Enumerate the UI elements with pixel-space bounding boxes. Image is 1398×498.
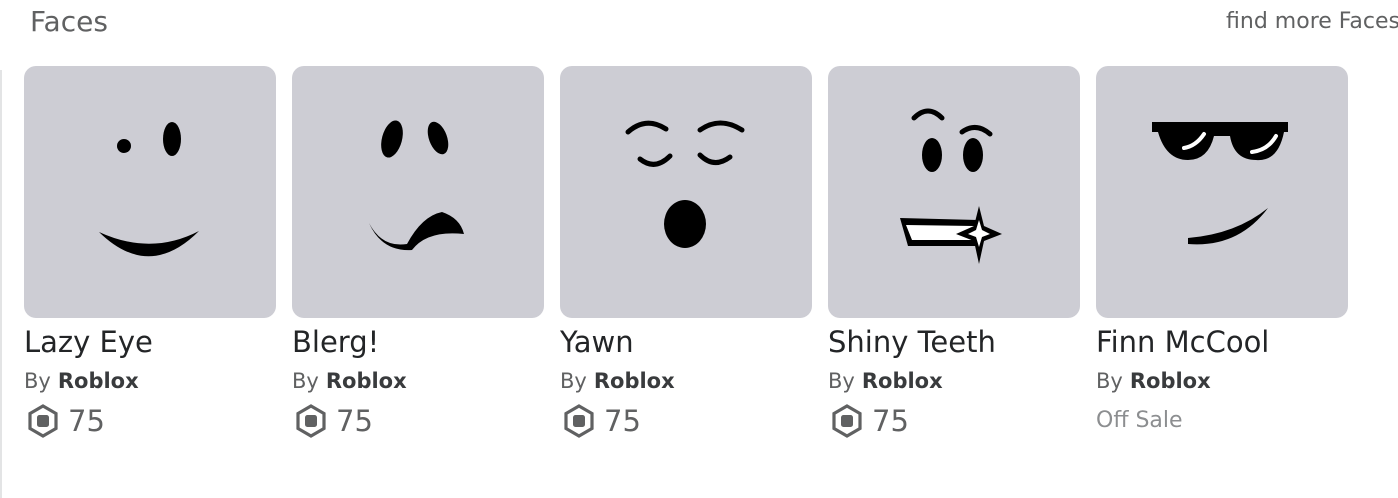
item-price: 75	[68, 404, 105, 438]
blerg-face-icon	[369, 120, 464, 251]
by-label: By	[560, 369, 587, 393]
section-divider	[0, 70, 2, 498]
item-creator: By Roblox	[24, 368, 276, 394]
creator-link[interactable]: Roblox	[58, 369, 139, 393]
creator-link[interactable]: Roblox	[326, 369, 407, 393]
item-name[interactable]: Finn McCool	[1096, 324, 1348, 360]
finn-mccool-face-icon	[1152, 122, 1288, 245]
item-thumbnail[interactable]	[828, 66, 1080, 318]
robux-icon	[26, 404, 60, 438]
item-creator: By Roblox	[1096, 368, 1348, 394]
price-row: 75	[292, 403, 544, 439]
item-name[interactable]: Blerg!	[292, 324, 544, 360]
item-card-lazy-eye[interactable]: Lazy Eye By Roblox 75	[24, 66, 276, 439]
by-label: By	[828, 369, 855, 393]
by-label: By	[24, 369, 51, 393]
robux-icon	[294, 404, 328, 438]
item-thumbnail[interactable]	[560, 66, 812, 318]
item-name[interactable]: Lazy Eye	[24, 324, 276, 360]
shiny-teeth-face-icon	[900, 108, 1002, 264]
price-row: 75	[560, 403, 812, 439]
lazy-eye-face-icon	[99, 122, 199, 257]
creator-link[interactable]: Roblox	[862, 369, 943, 393]
item-card-blerg[interactable]: Blerg! By Roblox 75	[292, 66, 544, 439]
robux-icon	[562, 404, 596, 438]
item-price: 75	[872, 404, 909, 438]
item-thumbnail[interactable]	[292, 66, 544, 318]
price-row: Off Sale	[1096, 403, 1348, 439]
see-more-link[interactable]: find more Faces	[1226, 9, 1398, 35]
yawn-face-icon	[625, 120, 745, 248]
section-title: Faces	[30, 5, 108, 38]
item-price: 75	[604, 404, 641, 438]
price-row: 75	[24, 403, 276, 439]
by-label: By	[1096, 369, 1123, 393]
creator-link[interactable]: Roblox	[1130, 369, 1211, 393]
item-name[interactable]: Yawn	[560, 324, 812, 360]
price-row: 75	[828, 403, 1080, 439]
off-sale-label: Off Sale	[1096, 408, 1183, 433]
item-card-finn-mccool[interactable]: Finn McCool By Roblox Off Sale	[1096, 66, 1348, 439]
item-thumbnail[interactable]	[1096, 66, 1348, 318]
robux-icon	[830, 404, 864, 438]
item-creator: By Roblox	[560, 368, 812, 394]
creator-link[interactable]: Roblox	[594, 369, 675, 393]
by-label: By	[292, 369, 319, 393]
item-creator: By Roblox	[292, 368, 544, 394]
item-thumbnail[interactable]	[24, 66, 276, 318]
item-card-shiny-teeth[interactable]: Shiny Teeth By Roblox 75	[828, 66, 1080, 439]
item-name[interactable]: Shiny Teeth	[828, 324, 1080, 360]
item-price: 75	[336, 404, 373, 438]
item-card-yawn[interactable]: Yawn By Roblox 75	[560, 66, 812, 439]
item-creator: By Roblox	[828, 368, 1080, 394]
